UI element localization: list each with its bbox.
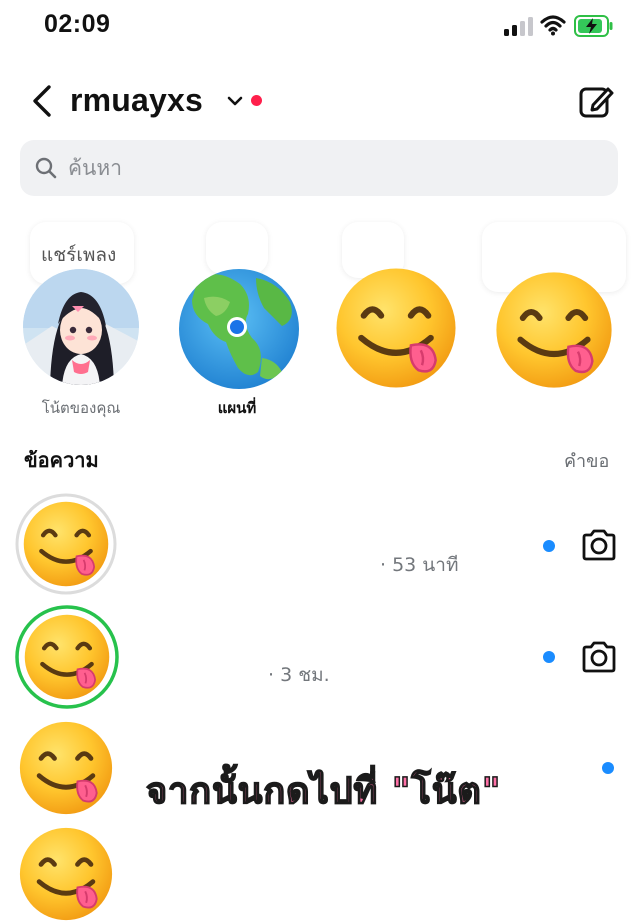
instruction-caption: จากนั้นกดไปที่ "โน๊ต" [145, 770, 502, 813]
message-timestamp: · 53 นาที [380, 554, 459, 576]
unread-dot [543, 540, 555, 552]
avatar[interactable] [22, 500, 110, 588]
avatar[interactable] [23, 613, 111, 701]
message-timestamp: · 3 ชม. [268, 664, 330, 686]
yum-emoji-avatar[interactable] [334, 266, 458, 390]
camera-icon[interactable] [580, 640, 618, 674]
yum-emoji-avatar[interactable] [494, 270, 614, 390]
search-input[interactable] [68, 148, 588, 188]
own-profile-avatar[interactable] [22, 268, 140, 386]
unread-dot [543, 651, 555, 663]
camera-icon[interactable] [580, 528, 618, 562]
cellular-signal-icon [504, 17, 533, 36]
messages-heading: ข้อความ [24, 448, 99, 472]
battery-charging-icon [574, 15, 613, 37]
activity-dot [251, 95, 262, 106]
unread-dot [602, 762, 614, 774]
wifi-icon [540, 15, 566, 36]
note-label-your-note: โน้ตของคุณ [41, 399, 121, 417]
avatar[interactable] [18, 826, 114, 922]
avatar[interactable] [18, 720, 114, 816]
back-arrow-icon[interactable] [30, 84, 54, 118]
note-bubble[interactable] [206, 222, 268, 274]
note-bubble-text: แชร์เพลง [41, 244, 117, 266]
requests-link[interactable]: คำขอ [564, 446, 609, 475]
compose-message-icon[interactable] [578, 84, 614, 120]
map-globe-icon[interactable] [178, 268, 300, 390]
search-icon [35, 157, 57, 179]
note-label-map: แผนที่ [217, 399, 257, 417]
status-time: 02:09 [44, 10, 111, 38]
chevron-down-icon[interactable] [226, 94, 244, 108]
account-username[interactable]: rmuayxs [70, 82, 203, 119]
